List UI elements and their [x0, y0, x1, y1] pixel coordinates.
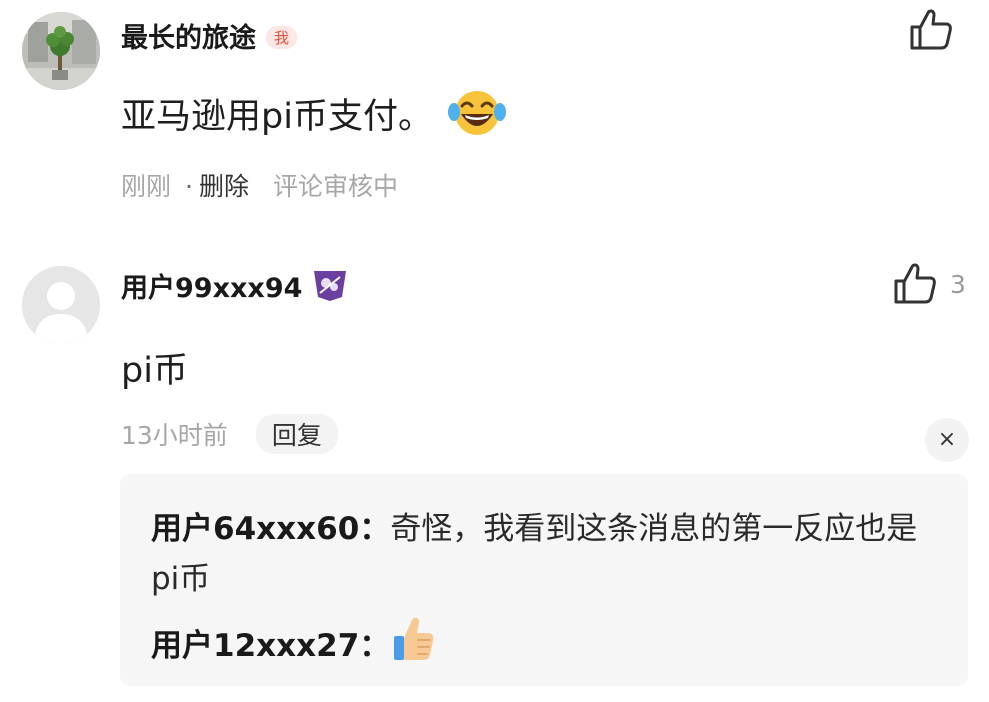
reply-colon: ： [359, 628, 391, 664]
avatar[interactable] [22, 12, 100, 90]
close-icon: × [937, 427, 957, 452]
username[interactable]: 用户99xxx94 [121, 273, 302, 304]
laughing-tears-emoji-icon [448, 91, 507, 135]
meta-separator: · [185, 172, 193, 201]
replies-container: 用户64xxx60：奇怪，我看到这条消息的第一反应也是pi币 用户12xxx27… [120, 474, 968, 686]
reply-author[interactable]: 用户64xxx60 [151, 511, 359, 547]
delete-button[interactable]: 删除 [199, 172, 249, 201]
comment-meta: 刚刚 · 删除 评论审核中 [121, 167, 398, 203]
comment-author[interactable]: 最长的旅途我 [121, 16, 298, 55]
like-button[interactable] [908, 8, 954, 56]
reply-item[interactable]: 用户64xxx60：奇怪，我看到这条消息的第一反应也是pi币 [151, 504, 938, 604]
avatar[interactable] [22, 266, 100, 344]
reply-item[interactable]: 用户12xxx27： [151, 616, 938, 671]
thumbs-up-icon [894, 263, 936, 304]
timestamp: 13小时前 [121, 421, 228, 450]
comment-body: 亚马逊用pi币支付。 [121, 88, 507, 139]
avatar-photo-image [22, 12, 100, 90]
level-badge-icon [314, 271, 347, 301]
like-count: 3 [950, 269, 966, 299]
reply-author[interactable]: 用户12xxx27 [151, 628, 359, 664]
close-button[interactable]: × [925, 418, 969, 462]
like-button[interactable]: 3 [892, 262, 966, 306]
thumbs-up-emoji-icon [394, 617, 434, 660]
review-status: 评论审核中 [272, 172, 398, 201]
username[interactable]: 最长的旅途 [121, 23, 256, 54]
comment-text: 亚马逊用pi币支付。 [121, 97, 433, 137]
thumbs-up-icon [910, 9, 952, 50]
default-avatar-icon [22, 266, 100, 344]
reply-colon: ： [359, 511, 391, 547]
reply-button[interactable]: 回复 [255, 414, 338, 454]
comment-text: pi币 [121, 351, 188, 391]
comment-meta: 13小时前 回复 [121, 414, 338, 454]
timestamp: 刚刚 [121, 172, 172, 201]
comment-body: pi币 [121, 342, 188, 393]
comment-author[interactable]: 用户99xxx94 [121, 266, 348, 305]
me-badge: 我 [266, 26, 298, 49]
